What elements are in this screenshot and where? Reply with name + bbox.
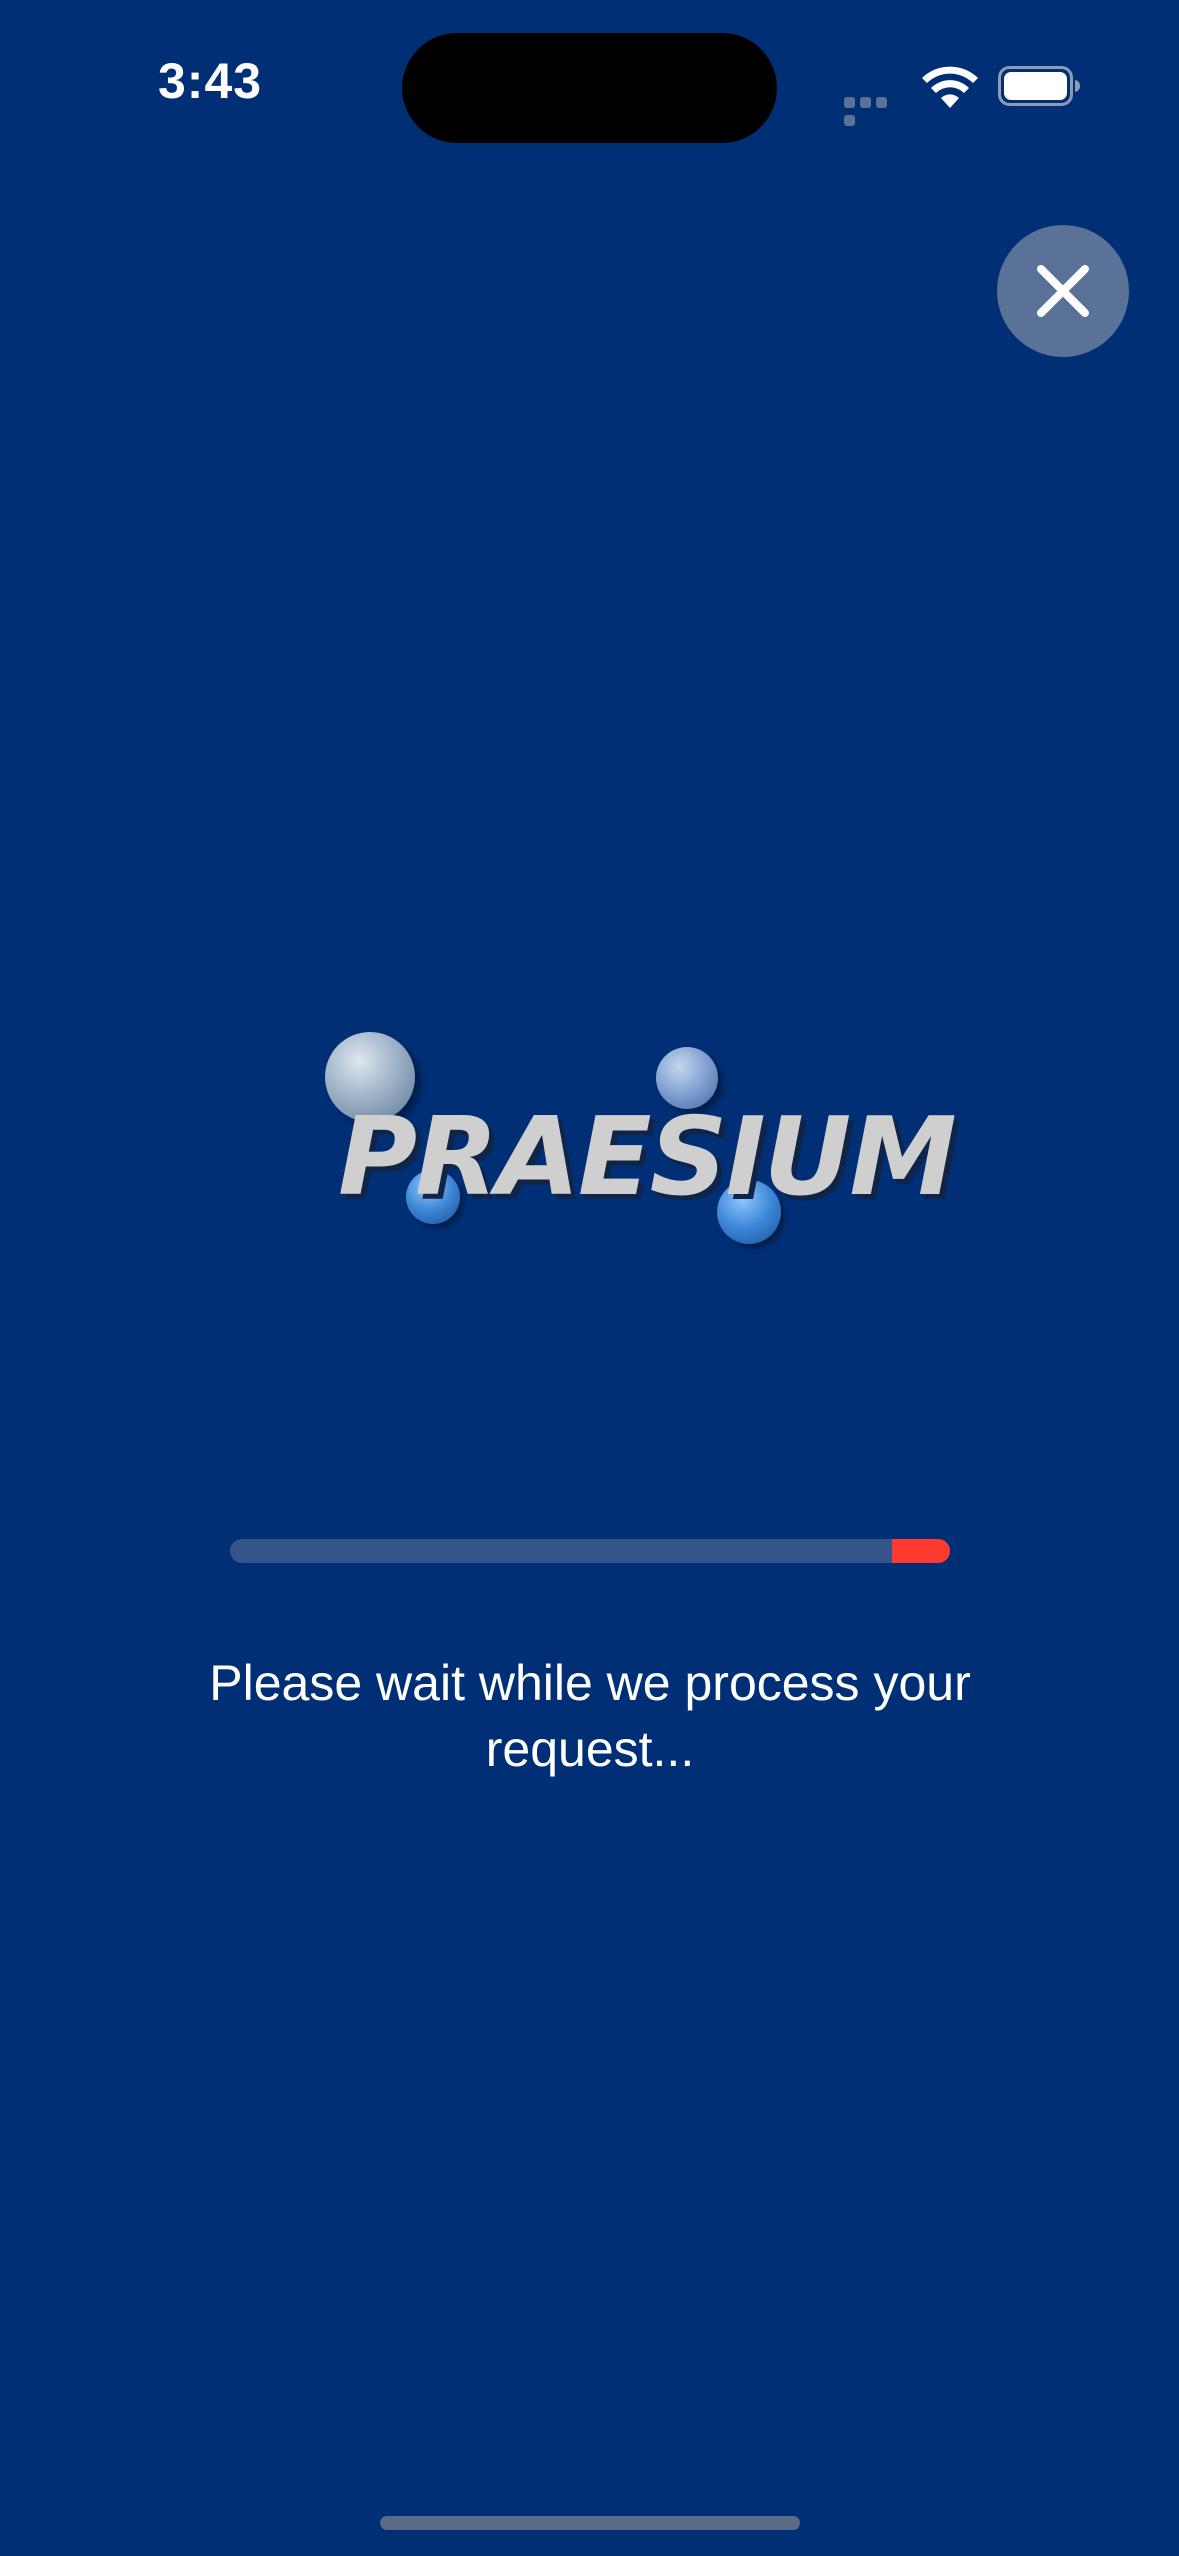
cellular-signal-icon bbox=[844, 95, 906, 126]
battery-icon bbox=[998, 66, 1080, 106]
wifi-icon bbox=[922, 66, 978, 108]
status-bar: 3:43 bbox=[0, 0, 1179, 150]
logo-text: PRAESIUM bbox=[338, 1095, 957, 1220]
progress-bar bbox=[230, 1539, 950, 1563]
status-time: 3:43 bbox=[158, 53, 263, 109]
close-icon bbox=[1037, 265, 1089, 317]
home-indicator[interactable] bbox=[380, 2516, 800, 2530]
close-button[interactable] bbox=[997, 225, 1129, 357]
praesium-logo: PRAESIUM bbox=[320, 1020, 957, 1260]
progress-fill bbox=[892, 1539, 950, 1563]
dynamic-island bbox=[402, 33, 777, 143]
wait-message: Please wait while we process your reques… bbox=[209, 1655, 971, 1777]
